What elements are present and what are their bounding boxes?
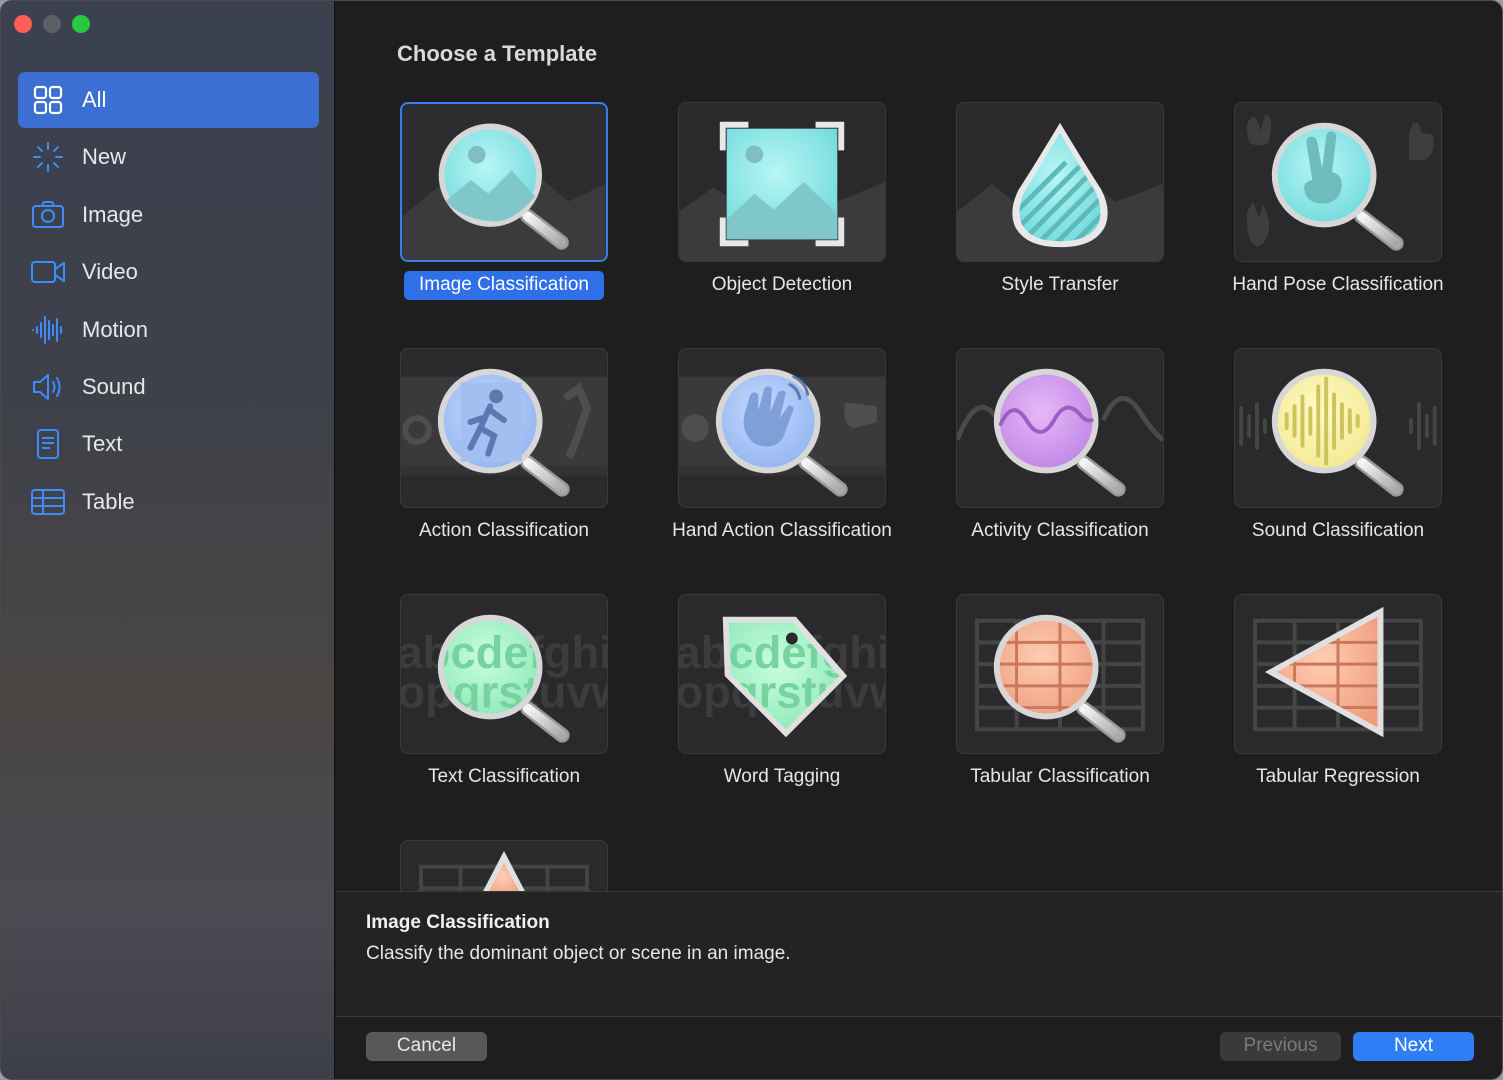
- sidebar-item-label: Motion: [82, 316, 149, 342]
- dialog-footer: Cancel Previous Next: [336, 1017, 1502, 1079]
- table-triangle-partial-icon: [400, 840, 608, 891]
- template-description-panel: Image Classification Classify the domina…: [336, 891, 1502, 1017]
- tag-icon: abcdefghi opqrstuvw abcdefghi opqrstuvw: [678, 594, 886, 754]
- table-magnifier-icon: [956, 594, 1164, 754]
- sine-wave-magnifier-icon: [956, 348, 1164, 508]
- video-camera-icon: [30, 256, 66, 288]
- grid-icon: [30, 84, 66, 116]
- table-icon: [30, 486, 66, 518]
- template-chooser-window: All New Image Video Motion Sound Text Ta…: [0, 0, 1503, 1080]
- sidebar-item-label: New: [82, 144, 127, 170]
- template-action-classification[interactable]: Action Classification: [336, 348, 616, 568]
- template-sound-classification[interactable]: Sound Classification: [1170, 348, 1450, 568]
- waveform-icon: [30, 314, 66, 346]
- speaker-icon: [30, 371, 66, 403]
- template-label: Hand Pose Classification: [1232, 274, 1444, 295]
- audio-wave-magnifier-icon: [1234, 348, 1442, 508]
- document-icon: [30, 428, 66, 460]
- maximize-window-button[interactable]: [72, 15, 90, 33]
- template-partial[interactable]: [336, 840, 616, 891]
- text-magnifier-icon: abcdefghi opqrstuvw abcdefghi opqrstuvw: [400, 594, 608, 754]
- minimize-window-button[interactable]: [43, 15, 61, 33]
- sidebar-item-text[interactable]: Text: [18, 416, 319, 472]
- template-hand-pose-classification[interactable]: Hand Pose Classification: [1170, 102, 1450, 322]
- running-person-magnifier-icon: [400, 348, 608, 508]
- hand-pose-magnifier-icon: [1234, 102, 1442, 262]
- template-object-detection[interactable]: Object Detection: [614, 102, 894, 322]
- template-tabular-regression[interactable]: Tabular Regression: [1170, 594, 1450, 814]
- template-label: Tabular Regression: [1256, 766, 1420, 787]
- description-text: Classify the dominant object or scene in…: [366, 943, 791, 964]
- close-window-button[interactable]: [14, 15, 32, 33]
- category-list: All New Image Video Motion Sound Text Ta…: [18, 72, 319, 531]
- sidebar-item-label: Table: [82, 488, 135, 514]
- sidebar-item-label: Image: [82, 201, 144, 227]
- template-text-classification[interactable]: abcdefghi opqrstuvw abcdefghi opqrstuvw …: [336, 594, 616, 814]
- droplet-icon: [956, 102, 1164, 262]
- template-gallery: Choose a Template Image Classification O…: [336, 1, 1502, 891]
- camera-icon: [30, 199, 66, 231]
- object-detection-icon: [678, 102, 886, 262]
- template-label: Sound Classification: [1251, 520, 1425, 541]
- sidebar-item-new[interactable]: New: [18, 129, 319, 185]
- sidebar-item-sound[interactable]: Sound: [18, 359, 319, 415]
- template-tabular-classification[interactable]: Tabular Classification: [892, 594, 1172, 814]
- template-style-transfer[interactable]: Style Transfer: [892, 102, 1172, 322]
- template-image-classification[interactable]: Image Classification: [336, 102, 616, 322]
- sparkle-icon: [30, 141, 66, 173]
- sidebar-item-image[interactable]: Image: [18, 187, 319, 243]
- sidebar-item-label: Sound: [82, 373, 146, 399]
- previous-button[interactable]: Previous: [1220, 1032, 1341, 1061]
- sidebar-item-label: Text: [82, 431, 123, 457]
- cancel-button[interactable]: Cancel: [366, 1032, 487, 1061]
- sidebar-item-label: Video: [82, 259, 138, 285]
- description-title: Image Classification: [366, 912, 550, 933]
- sidebar: All New Image Video Motion Sound Text Ta…: [1, 1, 335, 1079]
- sidebar-item-table[interactable]: Table: [18, 474, 319, 530]
- next-button[interactable]: Next: [1353, 1032, 1474, 1061]
- template-hand-action-classification[interactable]: Hand Action Classification: [614, 348, 894, 568]
- image-magnifier-icon: [400, 102, 608, 262]
- template-activity-classification[interactable]: Activity Classification: [892, 348, 1172, 568]
- table-triangle-icon: [1234, 594, 1442, 754]
- waving-hand-magnifier-icon: [678, 348, 886, 508]
- sidebar-item-motion[interactable]: Motion: [18, 302, 319, 358]
- sidebar-item-all[interactable]: All: [18, 72, 319, 128]
- template-word-tagging[interactable]: abcdefghi opqrstuvw abcdefghi opqrstuvw …: [614, 594, 894, 814]
- page-title: Choose a Template: [397, 41, 598, 66]
- sidebar-item-video[interactable]: Video: [18, 244, 319, 300]
- sidebar-item-label: All: [82, 87, 107, 112]
- window-controls: [14, 15, 90, 33]
